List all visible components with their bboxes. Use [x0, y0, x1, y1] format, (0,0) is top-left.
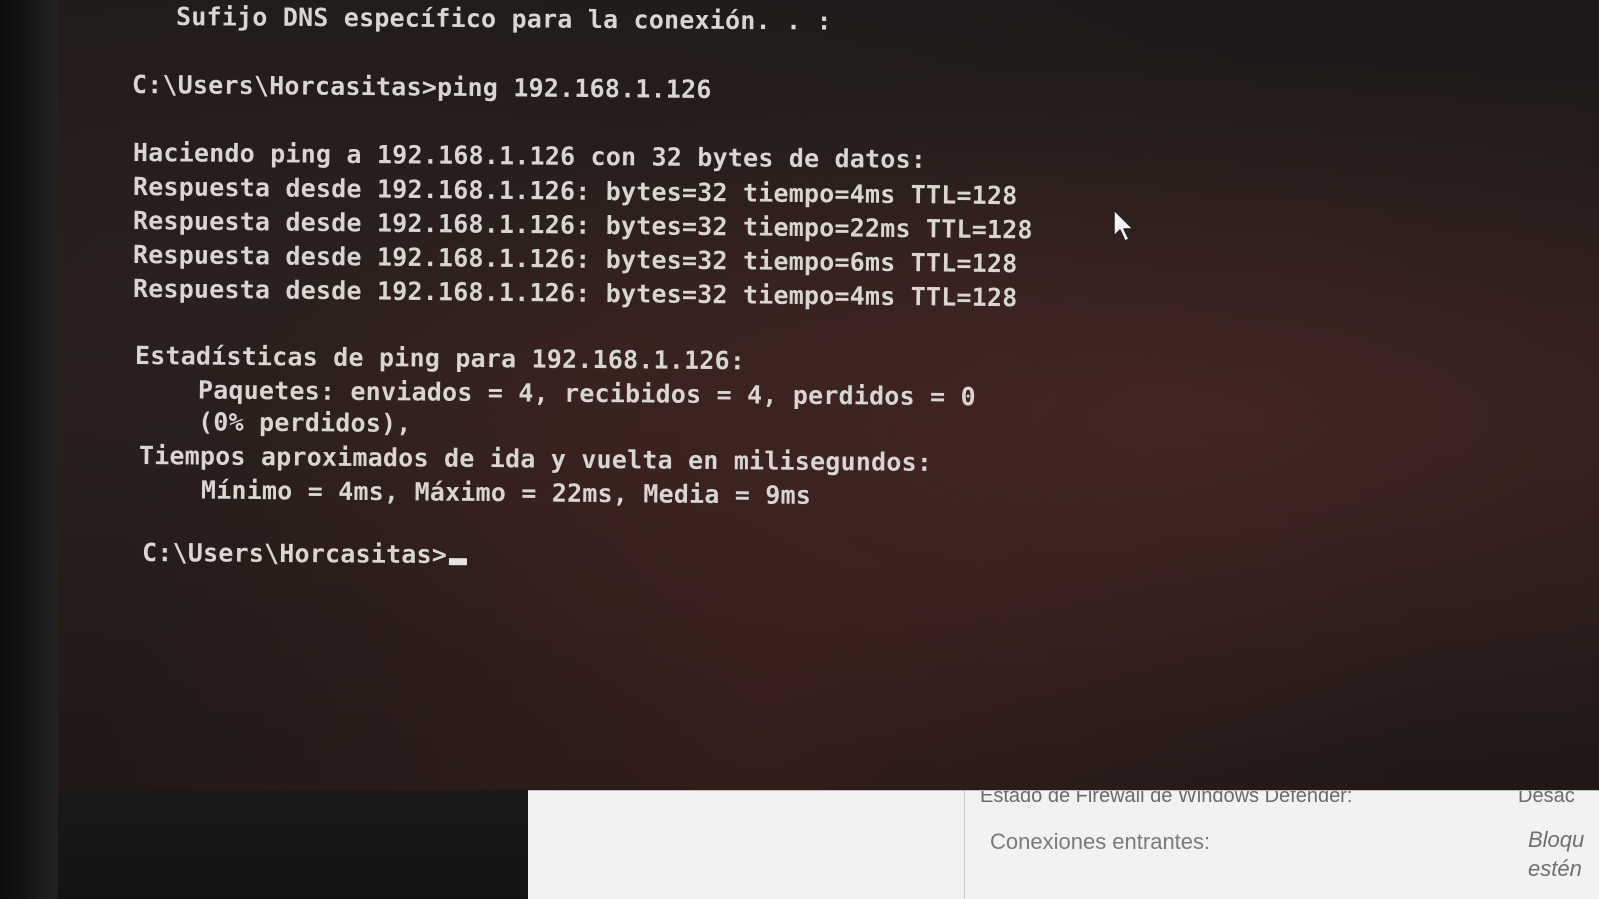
console-line: Paquetes: enviados = 4, recibidos = 4, p…	[136, 375, 976, 412]
console-line: Sufijo DNS específico para la conexión. …	[175, 2, 832, 36]
command-prompt-window[interactable]: Sufijo DNS específico para la conexión. …	[58, 0, 1599, 810]
console-line: Tiempos aproximados de ida y vuelta en m…	[138, 441, 933, 477]
console-line: Respuesta desde 192.168.1.126: bytes=32 …	[132, 172, 1018, 211]
console-line: Haciendo ping a 192.168.1.126 con 32 byt…	[132, 138, 927, 174]
console-line: Respuesta desde 192.168.1.126: bytes=32 …	[132, 206, 1033, 245]
text-cursor	[448, 558, 467, 566]
console-line: Estadísticas de ping para 192.168.1.126:	[134, 341, 746, 376]
console-line: Respuesta desde 192.168.1.126: bytes=32 …	[132, 240, 1018, 279]
screen-bezel	[0, 0, 58, 899]
taskbar-area	[58, 790, 528, 899]
firewall-settings-panel: Estado de Firewall de Windows Defender: …	[528, 790, 1599, 899]
incoming-value-line: Bloqu	[1528, 827, 1585, 852]
mouse-pointer-icon	[1113, 209, 1134, 242]
incoming-connections-label: Conexiones entrantes:	[990, 829, 1211, 854]
panel-divider	[964, 791, 965, 899]
console-command-line: C:\Users\Horcasitas>ping 192.168.1.126	[131, 70, 712, 105]
prompt-text: C:\Users\Horcasitas>	[141, 538, 448, 570]
console-line: Mínimo = 4ms, Máximo = 22ms, Media = 9ms	[139, 475, 812, 510]
console-line: (0% perdidos),	[136, 407, 412, 438]
console-prompt[interactable]: C:\Users\Horcasitas>	[142, 538, 467, 569]
firewall-status-label: Estado de Firewall de Windows Defender:	[980, 790, 1353, 807]
incoming-value-line: estén	[1528, 856, 1582, 881]
firewall-status-value: Desac	[1518, 790, 1575, 807]
incoming-connections-value: Bloqu estén	[1528, 825, 1584, 883]
console-line: Respuesta desde 192.168.1.126: bytes=32 …	[132, 274, 1018, 313]
